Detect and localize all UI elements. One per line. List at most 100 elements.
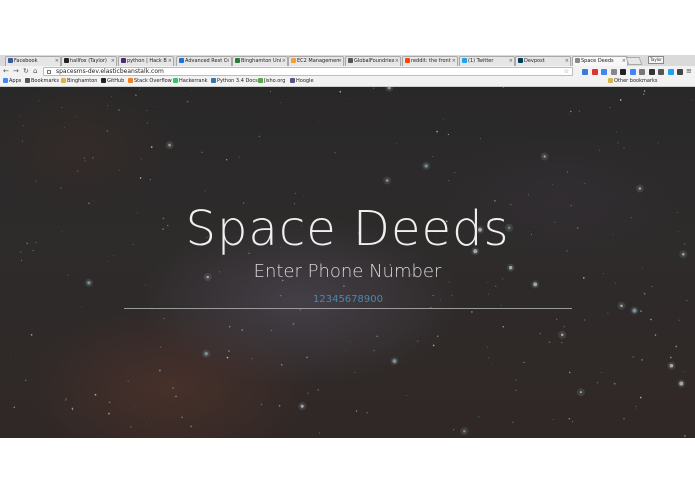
extension-icon[interactable] — [648, 69, 655, 75]
tab-label: reddit: the front — [411, 58, 451, 64]
tab[interactable]: python | Hack B × — [118, 56, 174, 66]
star-dot — [146, 422, 148, 424]
tab-close-icon[interactable]: × — [452, 57, 456, 66]
toolbar: ← → ↻ ⌂ spacesms-dev.elasticbeanstalk.co… — [0, 66, 695, 77]
menu-icon[interactable]: ≡ — [686, 67, 692, 76]
star-dot — [432, 156, 433, 157]
star-dot — [502, 87, 504, 88]
tab-close-icon[interactable]: × — [509, 57, 513, 66]
star-dot — [150, 146, 153, 148]
page-background: Space Deeds Enter Phone Number — [0, 87, 695, 438]
extension-icon[interactable] — [620, 69, 626, 75]
extension-icon[interactable] — [591, 69, 598, 75]
bookmark-item[interactable]: Hoogle — [290, 77, 314, 86]
bookmark-item[interactable]: Apps — [3, 77, 21, 86]
extension-icon[interactable] — [677, 69, 683, 75]
address-bar[interactable]: spacesms-dev.elasticbeanstalk.com ☆ — [43, 67, 573, 76]
tab[interactable]: Space Deeds × — [572, 56, 628, 66]
tab[interactable]: Binghamton Uni × — [232, 56, 288, 66]
extension-icon[interactable] — [610, 69, 617, 75]
tab-close-icon[interactable]: × — [565, 57, 569, 66]
star-dot — [218, 88, 219, 89]
star-dot — [108, 401, 111, 404]
star-dot — [107, 105, 109, 107]
extension-icon[interactable] — [658, 69, 664, 75]
tab[interactable]: Devpost × — [515, 56, 571, 66]
bookmark-label: Apps — [9, 78, 22, 84]
bookmark-item[interactable]: Stack Overflow — [128, 77, 172, 86]
url-text[interactable]: spacesms-dev.elasticbeanstalk.com — [56, 68, 164, 76]
star-dot — [568, 371, 571, 374]
star-dot — [635, 405, 637, 408]
tab[interactable]: Facebook × — [5, 56, 61, 66]
tab[interactable]: hallfox (Taylor) × — [61, 56, 117, 66]
star-dot — [552, 419, 554, 421]
star-dot — [527, 194, 530, 196]
tab-label: Space Deeds — [581, 58, 614, 64]
bookmark-item[interactable]: Binghamton — [61, 77, 97, 86]
star-dot — [578, 158, 580, 160]
new-tab-button[interactable] — [625, 57, 643, 65]
tab-close-icon[interactable]: × — [55, 57, 59, 66]
star-dot — [613, 382, 616, 385]
extension-icon[interactable] — [629, 69, 636, 75]
extension-icon[interactable] — [601, 69, 607, 75]
tab-close-icon[interactable]: × — [226, 57, 230, 66]
tab-close-icon[interactable]: × — [168, 57, 172, 66]
extension-icon[interactable] — [582, 69, 588, 75]
star-dot — [488, 357, 490, 359]
home-icon[interactable]: ⌂ — [33, 67, 37, 76]
star-dot — [515, 379, 517, 381]
star-dot — [479, 138, 482, 140]
star-dot — [146, 109, 148, 112]
tab-label: (1) Twitter — [468, 58, 494, 64]
star-dot — [376, 335, 378, 338]
star-dot — [599, 149, 601, 151]
star-glow — [383, 176, 392, 185]
tab-close-icon[interactable]: × — [338, 57, 342, 66]
forward-icon[interactable]: → — [13, 67, 19, 76]
star-dot — [157, 105, 158, 107]
star-glow — [422, 161, 431, 170]
tab-close-icon[interactable]: × — [395, 57, 399, 66]
profile-badge[interactable]: Taylor — [648, 56, 664, 64]
star-dot — [278, 405, 281, 407]
star-dot — [251, 358, 253, 360]
bookmark-label: Python 3.4 Docs — [217, 78, 258, 84]
tab-favicon-icon — [518, 58, 523, 63]
star-dot — [226, 159, 228, 161]
phone-number-input[interactable] — [124, 291, 572, 309]
star-dot — [682, 371, 684, 373]
star-dot — [38, 100, 40, 102]
extension-icon[interactable] — [639, 69, 645, 75]
bookmark-item[interactable]: GitHub — [101, 77, 124, 86]
tab-label: Advanced Rest C — [185, 58, 228, 64]
tab[interactable]: GlobalFoundries × — [345, 56, 401, 66]
tab-close-icon[interactable]: × — [282, 57, 286, 66]
bookmark-item[interactable]: Bookmarks — [25, 77, 59, 86]
other-bookmarks[interactable]: Other bookmarks — [608, 77, 657, 86]
bookmark-item[interactable]: Jisho.org — [258, 77, 285, 86]
star-dot — [144, 284, 146, 286]
star-dot — [139, 177, 142, 179]
star-dot — [260, 403, 263, 406]
bookmark-item[interactable]: Hackerrank — [173, 77, 208, 86]
star-dot — [639, 87, 641, 88]
tab[interactable]: reddit: the front × — [402, 56, 458, 66]
star-dot — [64, 127, 66, 129]
tab[interactable]: Advanced Rest C × — [176, 56, 232, 66]
bookmark-icon — [128, 78, 133, 83]
tab-close-icon[interactable]: × — [111, 57, 115, 66]
tab[interactable]: EC2 Managemen × — [288, 56, 344, 66]
star-dot — [584, 319, 586, 321]
bookmark-item[interactable]: Python 3.4 Docs — [211, 77, 258, 86]
bookmark-star-icon[interactable]: ☆ — [564, 68, 569, 76]
reload-icon[interactable]: ↻ — [23, 67, 29, 76]
bookmark-label: Hoogle — [296, 78, 314, 84]
extension-icon[interactable] — [667, 69, 674, 75]
tab[interactable]: (1) Twitter × — [459, 56, 515, 66]
star-dot — [678, 319, 680, 321]
star-dot — [190, 425, 193, 428]
back-icon[interactable]: ← — [3, 67, 9, 76]
star-glow — [460, 427, 469, 436]
